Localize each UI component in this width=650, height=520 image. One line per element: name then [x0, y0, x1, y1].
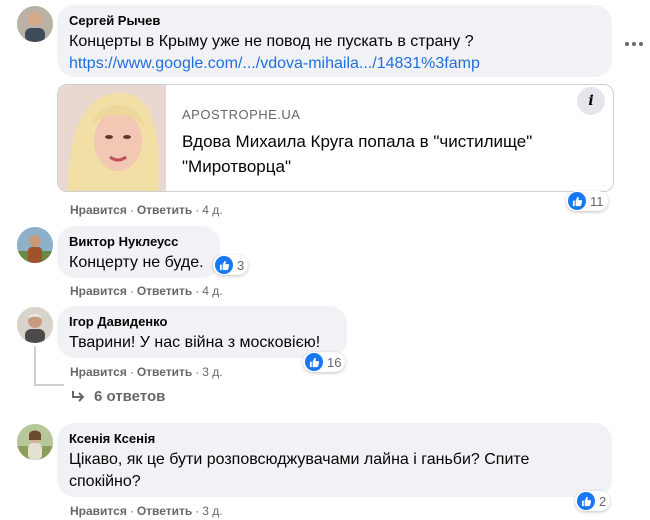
comment-actions: Нравится · Ответить · 3 д.	[70, 364, 223, 380]
comment-author[interactable]: Сергей Рычев	[69, 13, 600, 29]
avatar[interactable]	[17, 6, 53, 42]
like-button[interactable]: Нравится	[70, 504, 127, 518]
preview-domain: APOSTROPHE.UA	[182, 107, 301, 122]
more-options-icon[interactable]	[622, 34, 646, 54]
separator-dot: ·	[129, 203, 134, 217]
comment-timestamp[interactable]: 4 д.	[202, 284, 222, 298]
thumbs-up-icon	[577, 492, 595, 510]
reaction-number: 3	[237, 257, 245, 273]
reply-button[interactable]: Ответить	[137, 203, 192, 217]
thumbs-up-icon	[215, 256, 233, 274]
thread-line	[34, 384, 64, 386]
info-icon[interactable]: i	[577, 87, 605, 115]
comment-author[interactable]: Ксенія Ксенія	[69, 431, 600, 447]
view-replies-button[interactable]: 6 ответов	[70, 388, 165, 405]
comment-bubble: Виктор Нуклеусс Концерту не буде.	[57, 226, 220, 278]
comment-text-line: Цікаво, як це бути розповсюджувачами лай…	[69, 451, 530, 468]
comment-author[interactable]: Ігор Давиденко	[69, 314, 335, 330]
reaction-number: 16	[327, 354, 342, 370]
reply-arrow-icon	[72, 390, 85, 402]
like-button[interactable]: Нравится	[70, 203, 127, 217]
reaction-count[interactable]: 2	[575, 491, 611, 511]
comment-author[interactable]: Виктор Нуклеусс	[69, 234, 208, 250]
thread-line	[34, 346, 36, 386]
comment-link[interactable]: https://www.google.com/.../vdova-mihaila…	[69, 53, 600, 75]
comment-bubble: Ігор Давиденко Тварини! У нас війна з мо…	[57, 306, 347, 358]
reply-button[interactable]: Ответить	[137, 504, 192, 518]
comment-timestamp[interactable]: 3 д.	[202, 504, 222, 518]
avatar[interactable]	[17, 424, 53, 460]
separator-dot: ·	[195, 365, 200, 379]
like-button[interactable]: Нравится	[70, 365, 127, 379]
reaction-number: 11	[590, 193, 604, 209]
separator-dot: ·	[129, 365, 134, 379]
reaction-number: 2	[599, 493, 607, 509]
separator-dot: ·	[129, 504, 134, 518]
replies-label: 6 ответов	[94, 388, 166, 405]
avatar[interactable]	[17, 227, 53, 263]
comment-text: Концерты в Крыму уже не повод не пускать…	[69, 33, 474, 50]
comment-bubble: Ксенія Ксенія Цікаво, як це бути розповс…	[57, 423, 612, 497]
comment-text: Концерту не буде.	[69, 254, 204, 271]
link-preview-card[interactable]: APOSTROPHE.UA Вдова Михаила Круга попала…	[57, 84, 614, 192]
reaction-count[interactable]: 11	[566, 191, 608, 211]
reply-button[interactable]: Ответить	[137, 365, 192, 379]
avatar[interactable]	[17, 307, 53, 343]
comment-timestamp[interactable]: 4 д.	[202, 203, 222, 217]
separator-dot: ·	[195, 284, 200, 298]
thumbs-up-icon	[305, 353, 323, 371]
like-button[interactable]: Нравится	[70, 284, 127, 298]
comment-text: Тварини! У нас війна з московією!	[69, 334, 321, 351]
comment-actions: Нравится · Ответить · 3 д.	[70, 503, 223, 519]
reply-button[interactable]: Ответить	[137, 284, 192, 298]
preview-image	[58, 85, 166, 191]
reaction-count[interactable]: 3	[213, 255, 249, 275]
separator-dot: ·	[129, 284, 134, 298]
comment-text-line: спокійно?	[69, 473, 141, 490]
thumbs-up-icon	[568, 192, 586, 210]
comment-actions: Нравится · Ответить · 4 д.	[70, 202, 223, 218]
separator-dot: ·	[195, 203, 200, 217]
reaction-count[interactable]: 16	[303, 352, 346, 372]
comment-bubble: Сергей Рычев Концерты в Крыму уже не пов…	[57, 5, 612, 77]
comment-actions: Нравится · Ответить · 4 д.	[70, 283, 223, 299]
separator-dot: ·	[195, 504, 200, 518]
comment-timestamp[interactable]: 3 д.	[202, 365, 222, 379]
preview-title[interactable]: Вдова Михаила Круга попала в "чистилище"…	[182, 129, 592, 179]
